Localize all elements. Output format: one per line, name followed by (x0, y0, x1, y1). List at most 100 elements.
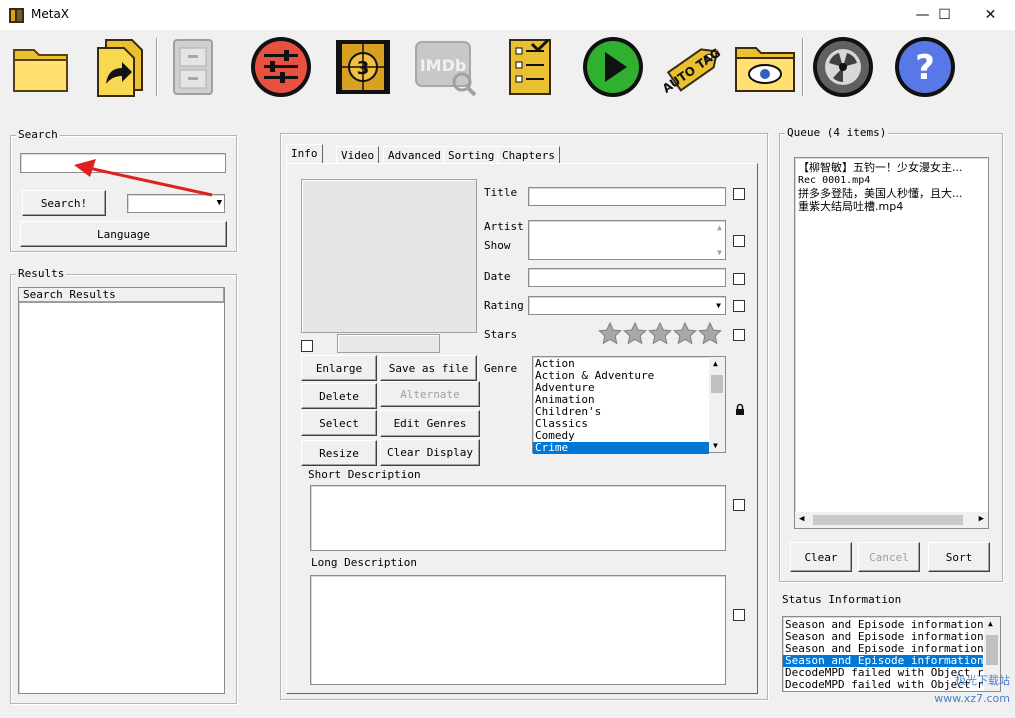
long-description-field[interactable] (310, 575, 726, 685)
list-item[interactable]: 拼多多登陆，美国人秒懂，且大... (795, 187, 985, 200)
maximize-button[interactable]: ☐ (922, 0, 967, 30)
tab-chapters[interactable]: Chapters (497, 146, 560, 164)
short-description-field[interactable] (310, 485, 726, 551)
tab-info[interactable]: Info (286, 144, 323, 164)
play-icon[interactable] (580, 34, 646, 100)
list-item[interactable]: Comedy (533, 430, 709, 442)
queue-sort-button[interactable]: Sort (928, 542, 990, 572)
artwork-checkbox[interactable] (301, 340, 313, 352)
tab-advanced[interactable]: Advanced (383, 146, 446, 164)
star-icon[interactable] (648, 322, 672, 346)
view-folder-icon[interactable] (732, 34, 798, 100)
genre-list[interactable]: Action Action & Adventure Adventure Anim… (532, 356, 726, 454)
genre-scrollbar[interactable]: ▲ ▼ (709, 357, 725, 452)
status-line[interactable]: Season and Episode information al (783, 619, 983, 631)
title-label: Title (484, 186, 518, 199)
tab-sorting[interactable]: Sorting (443, 146, 500, 164)
toolbar: 3 IMDb AUTO TAG ? (0, 30, 1015, 102)
scroll-left-icon[interactable]: ◀ (799, 514, 804, 524)
imdb-label: IMDb (420, 56, 467, 75)
status-line-selected[interactable]: Season and Episode information al (783, 655, 983, 667)
artist-field[interactable]: ▲ ▼ (528, 220, 726, 260)
tab-video[interactable]: Video (336, 146, 380, 164)
list-item[interactable]: Action (533, 358, 709, 370)
title-bar: MetaX — ☐ ✕ (0, 0, 1015, 30)
star-icon[interactable] (598, 322, 622, 346)
date-field[interactable] (528, 268, 726, 287)
select-button[interactable]: Select (301, 410, 377, 436)
auto-tag-icon[interactable]: AUTO TAG (662, 34, 728, 100)
genre-label: Genre (484, 362, 518, 375)
enlarge-button[interactable]: Enlarge (301, 355, 377, 381)
scroll-down-icon: ▼ (717, 248, 722, 257)
stars-label: Stars (484, 328, 518, 341)
settings-sliders-icon[interactable] (248, 34, 314, 100)
list-item[interactable]: Action & Adventure (533, 370, 709, 382)
list-item[interactable]: Rec 0001.mp4 (795, 174, 985, 187)
results-list[interactable]: Search Results (18, 287, 225, 694)
svg-text:3: 3 (357, 58, 370, 79)
long-description-label: Long Description (311, 556, 417, 569)
annotation-arrow (74, 159, 213, 197)
cabinet-icon[interactable] (160, 34, 226, 100)
list-item[interactable]: 【柳智敏】五钓一！少女漫女主... (795, 161, 985, 174)
clear-display-button[interactable]: Clear Display (380, 439, 480, 466)
artist-label: Artist (484, 220, 524, 233)
star-rating[interactable] (598, 322, 722, 348)
scroll-thumb[interactable] (711, 375, 723, 393)
title-field[interactable] (528, 187, 726, 206)
scroll-thumb[interactable] (813, 515, 963, 525)
star-icon[interactable] (673, 322, 697, 346)
language-button[interactable]: Language (20, 221, 227, 247)
list-item[interactable]: Adventure (533, 382, 709, 394)
long-description-checkbox[interactable] (733, 609, 745, 621)
stars-checkbox[interactable] (733, 329, 745, 341)
app-icon (9, 8, 24, 23)
queue-clear-button[interactable]: Clear (790, 542, 852, 572)
scroll-right-icon[interactable]: ▶ (979, 514, 984, 524)
window-title: MetaX (31, 7, 70, 21)
save-as-file-button[interactable]: Save as file (380, 355, 477, 381)
rating-select[interactable]: ▼ (528, 296, 726, 315)
results-column-header[interactable]: Search Results (19, 288, 224, 303)
list-item[interactable]: 重紫大结局吐槽.mp4 (795, 200, 985, 213)
queue-cancel-button[interactable]: Cancel (858, 542, 920, 572)
rating-checkbox[interactable] (733, 300, 745, 312)
scroll-up-icon: ▲ (717, 223, 722, 232)
countdown-film-icon[interactable]: 3 (330, 34, 396, 100)
scroll-down-icon[interactable]: ▼ (713, 441, 718, 450)
reel-icon[interactable] (810, 34, 876, 100)
scroll-up-icon[interactable]: ▲ (713, 359, 718, 368)
imdb-search-icon[interactable]: IMDb (412, 34, 478, 100)
date-checkbox[interactable] (733, 273, 745, 285)
resize-button[interactable]: Resize (301, 440, 377, 466)
status-line[interactable]: Season and Episode information al (783, 631, 983, 643)
svg-text:?: ? (915, 48, 935, 88)
artwork-image[interactable] (301, 179, 477, 333)
queue-hscrollbar[interactable]: ◀ ▶ (795, 512, 988, 528)
queue-list[interactable]: 【柳智敏】五钓一！少女漫女主... Rec 0001.mp4 拼多多登陆，美国人… (794, 157, 989, 529)
list-item[interactable]: Children's (533, 406, 709, 418)
star-icon[interactable] (698, 322, 722, 346)
short-description-checkbox[interactable] (733, 499, 745, 511)
scroll-thumb[interactable] (986, 635, 998, 665)
edit-genres-button[interactable]: Edit Genres (380, 410, 480, 437)
delete-button[interactable]: Delete (301, 383, 377, 409)
help-icon[interactable]: ? (892, 34, 958, 100)
alternate-button[interactable]: Alternate (380, 381, 480, 407)
list-item-selected[interactable]: Crime (533, 442, 709, 454)
load-file-icon[interactable] (88, 34, 154, 100)
artist-checkbox[interactable] (733, 235, 745, 247)
scroll-up-icon[interactable]: ▲ (988, 619, 993, 628)
list-item[interactable]: Classics (533, 418, 709, 430)
star-icon[interactable] (623, 322, 647, 346)
close-button[interactable]: ✕ (968, 0, 1013, 30)
queue-legend: Queue (4 items) (785, 126, 889, 139)
rating-label: Rating (484, 299, 524, 312)
list-item[interactable]: Animation (533, 394, 709, 406)
open-folder-icon[interactable] (8, 34, 74, 100)
title-checkbox[interactable] (733, 188, 745, 200)
status-line[interactable]: Season and Episode information al (783, 643, 983, 655)
checklist-icon[interactable] (496, 34, 562, 100)
lock-icon[interactable] (735, 403, 745, 416)
